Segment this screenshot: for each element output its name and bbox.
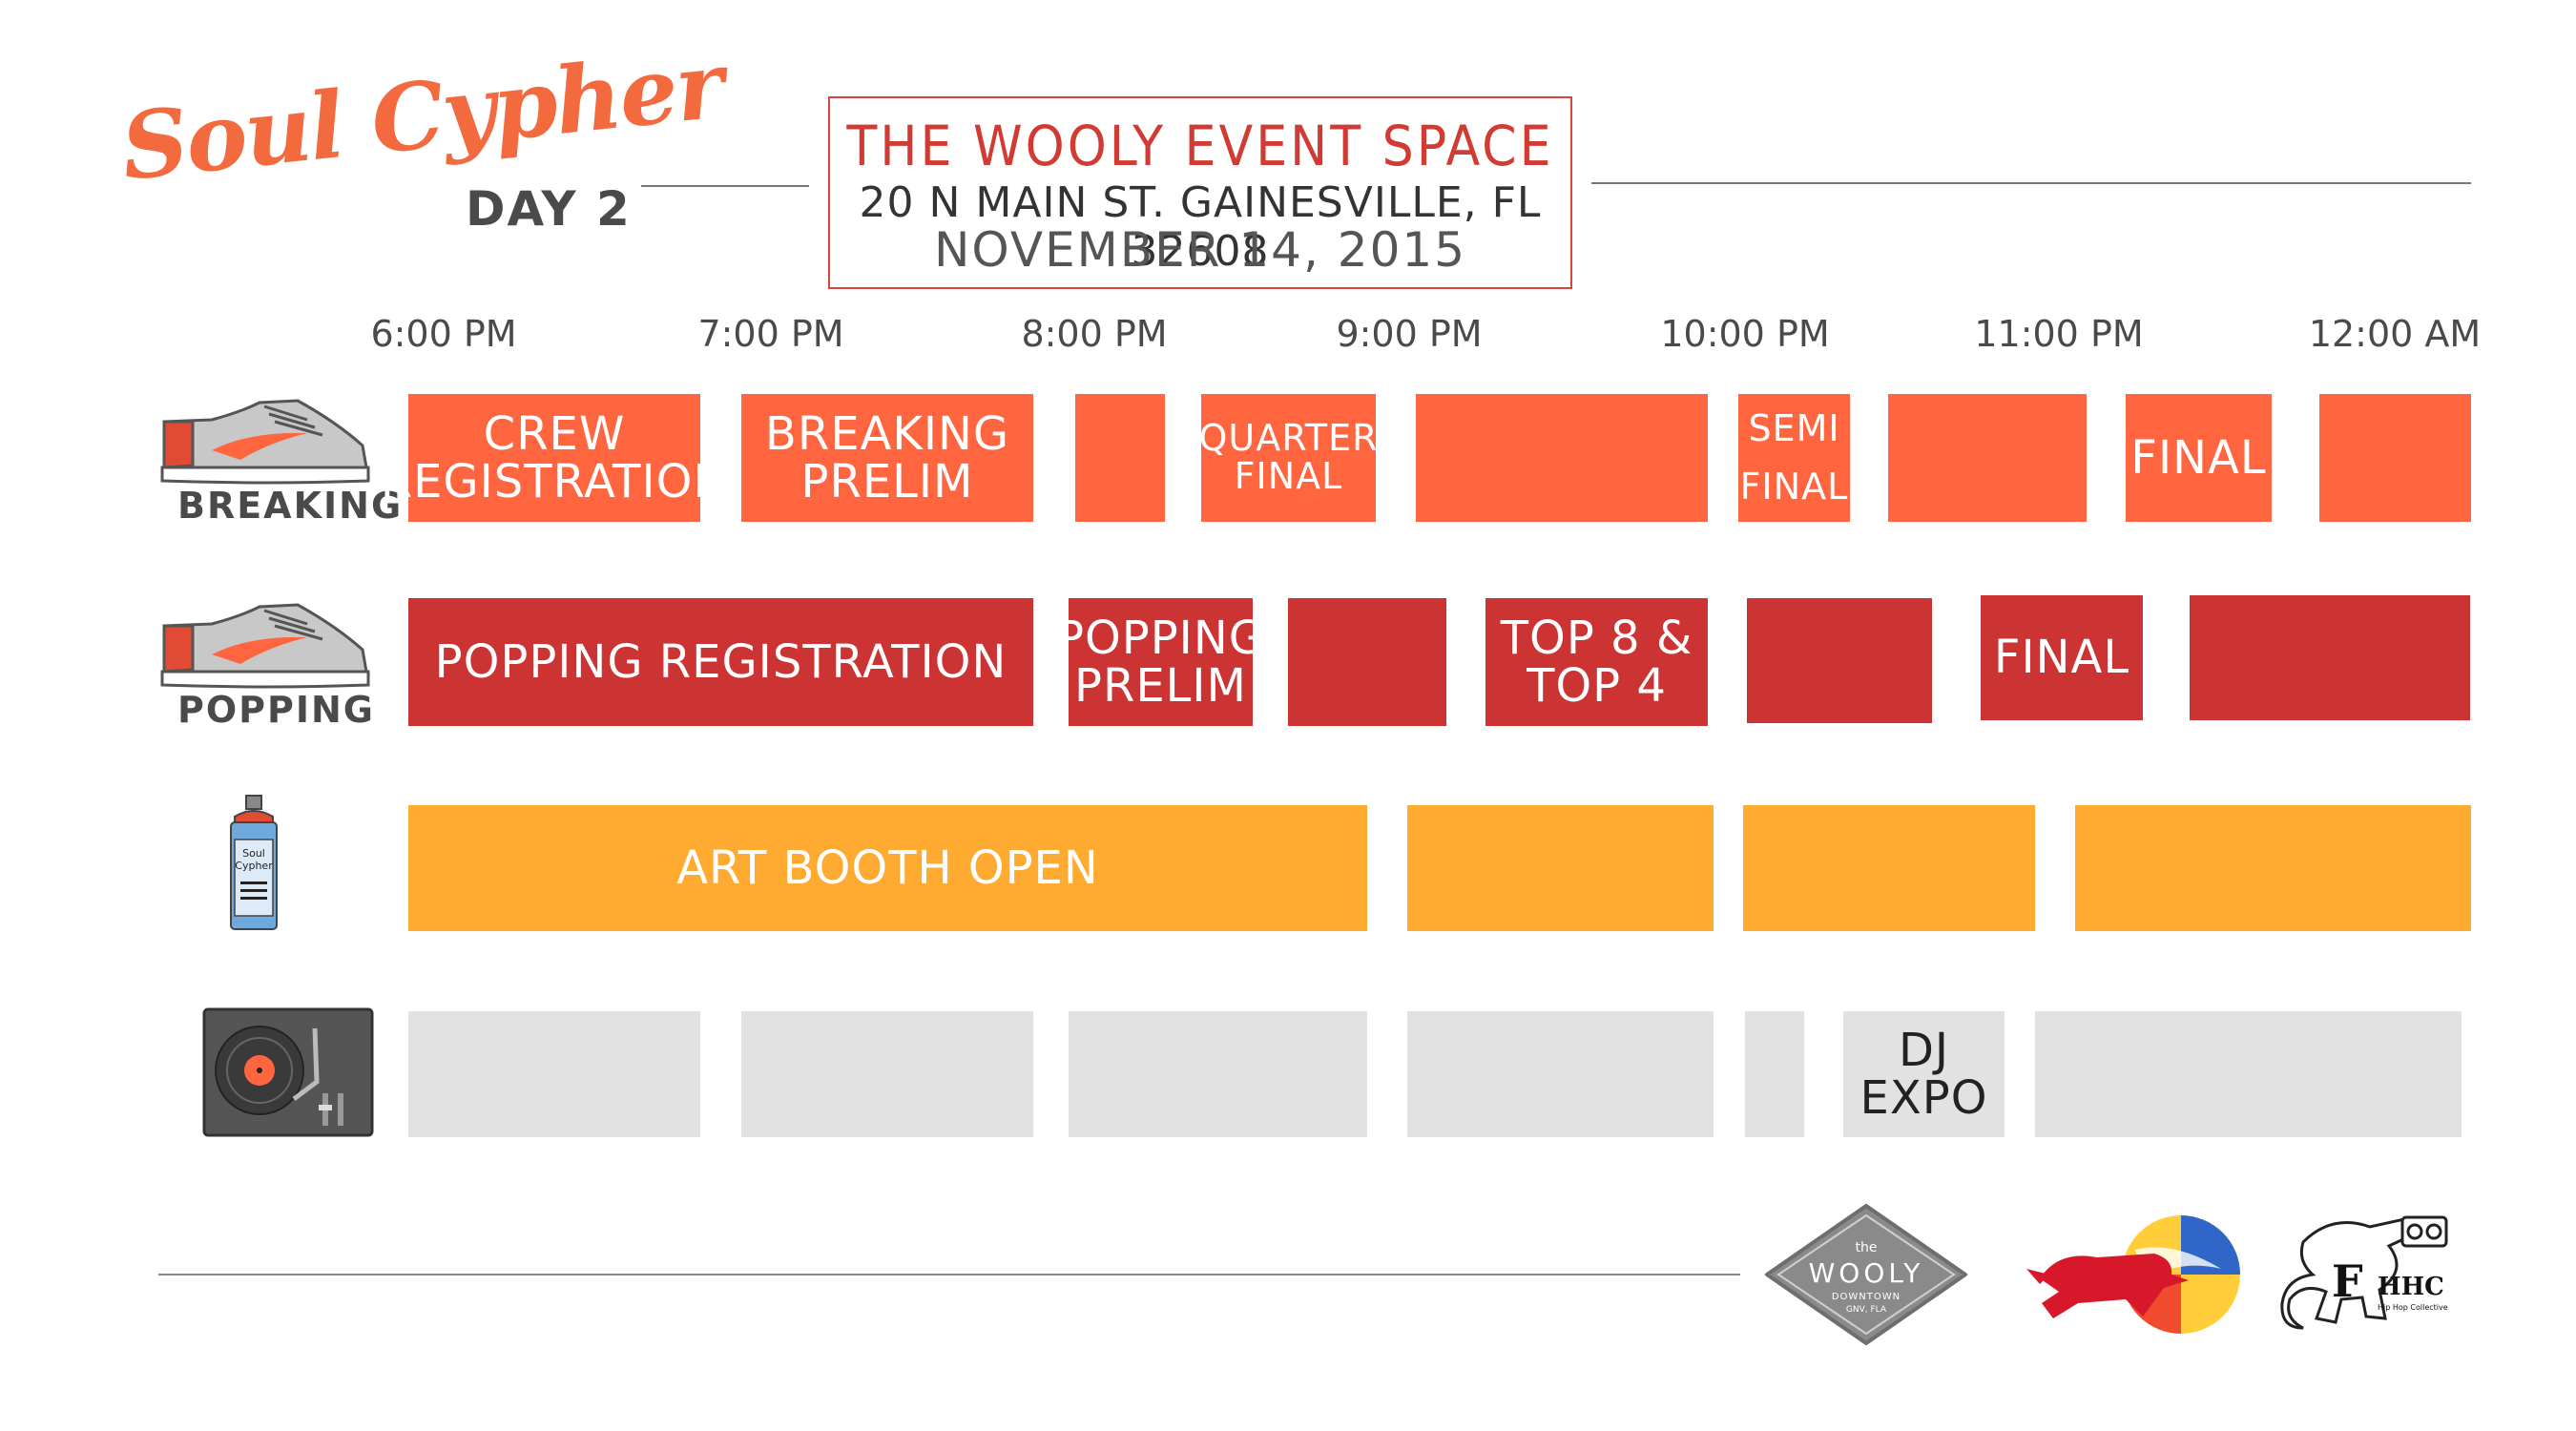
wooly-logo: the WOOLY DOWNTOWN GNV, FLA (1765, 1204, 1967, 1345)
popping-block (1747, 598, 1932, 723)
breaking-semi-final: SEMI FINAL (1738, 394, 1850, 522)
svg-text:Soul: Soul (242, 847, 265, 860)
red-bull-logo (2026, 1215, 2240, 1334)
time-label: 7:00 PM (697, 313, 844, 355)
header-rule-left (641, 185, 809, 187)
footer-rule (158, 1274, 1740, 1275)
sneaker-icon (160, 603, 370, 689)
turntable-icon (202, 1007, 374, 1137)
dj-block (1069, 1011, 1367, 1137)
breaking-block (1416, 394, 1708, 522)
dj-expo: DJ EXPO (1843, 1011, 2005, 1137)
time-label: 6:00 PM (370, 313, 517, 355)
popping-block (2190, 595, 2470, 720)
sneaker-icon (160, 399, 370, 485)
fhhc-letter: F (2332, 1255, 2363, 1307)
art-block (1407, 805, 1714, 931)
popping-prelim: POPPING PRELIM (1056, 598, 1264, 726)
breaking-block (1888, 394, 2087, 522)
row-label-popping: POPPING (177, 689, 375, 731)
art-block (1743, 805, 2035, 931)
popping-registration: POPPING REGISTRATION (408, 598, 1033, 726)
time-label: 8:00 PM (1021, 313, 1168, 355)
row-label-breaking: BREAKING (177, 485, 404, 527)
wooly-city: GNV, FLA (1845, 1305, 1887, 1315)
venue-name: THE WOOLY EVENT SPACE (846, 114, 1554, 178)
breaking-final: FINAL (2126, 394, 2272, 522)
popping-block (1288, 598, 1446, 726)
wooly-sub: DOWNTOWN (1831, 1292, 1901, 1302)
time-label: 12:00 AM (2308, 313, 2482, 355)
venue-box: THE WOOLY EVENT SPACE 20 N MAIN ST. GAIN… (828, 96, 1572, 289)
popping-final: FINAL (1981, 595, 2143, 720)
svg-text:Cypher: Cypher (235, 860, 273, 872)
dj-block (1745, 1011, 1804, 1137)
breaking-block (1075, 394, 1165, 522)
wooly-name: WOOLY (1808, 1257, 1924, 1289)
fhhc-sub: Hip Hop Collective (2378, 1303, 2448, 1312)
breaking-block (2319, 394, 2471, 522)
event-date: NOVEMBER 14, 2015 (934, 222, 1466, 278)
spray-can-icon: Soul Cypher (230, 795, 278, 930)
fhhc-logo: F HHC Hip Hop Collective (2275, 1204, 2465, 1347)
wooly-small-text: the (1855, 1240, 1878, 1255)
dj-block (408, 1011, 700, 1137)
breaking-quarter-final: QUARTER FINAL (1199, 394, 1378, 522)
time-label: 10:00 PM (1660, 313, 1830, 355)
day-label: DAY 2 (466, 181, 632, 237)
breaking-crew-registration: CREW REGISTRATION (381, 394, 727, 522)
popping-top-8-top-4: TOP 8 & TOP 4 (1485, 598, 1708, 726)
art-booth-open: ART BOOTH OPEN (408, 805, 1367, 931)
art-block (2075, 805, 2471, 931)
dj-block (1407, 1011, 1714, 1137)
event-title: Soul Cypher (116, 31, 728, 201)
header-rule-right (1591, 182, 2471, 184)
time-label: 11:00 PM (1974, 313, 2144, 355)
dj-block (741, 1011, 1033, 1137)
dj-block (2035, 1011, 2462, 1137)
time-label: 9:00 PM (1336, 313, 1483, 355)
fhhc-name: HHC (2378, 1273, 2444, 1301)
breaking-prelim: BREAKING PRELIM (741, 394, 1033, 522)
